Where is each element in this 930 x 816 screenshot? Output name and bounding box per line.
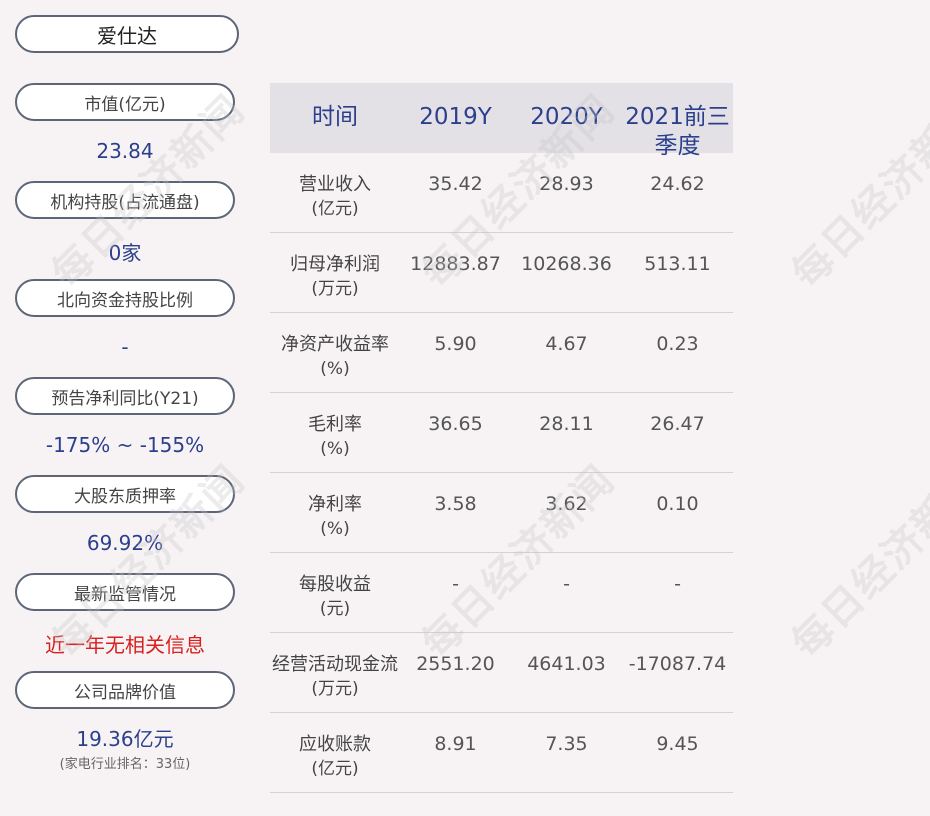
table-cell: - <box>563 573 570 595</box>
table-row: 毛利率 (%) 36.65 28.11 26.47 <box>270 393 733 473</box>
metric-label: 最新监管情况 <box>15 573 235 611</box>
table-cell: 28.93 <box>539 173 594 195</box>
table-cell: 7.35 <box>545 733 588 755</box>
table-cell: 12883.87 <box>410 253 501 275</box>
metric-value: 近一年无相关信息 <box>45 633 205 657</box>
table-cell: 28.11 <box>539 413 594 435</box>
metric-value: 23.84 <box>96 139 154 163</box>
row-label: 归母净利润 (万元) <box>270 233 400 312</box>
table-cell: 10268.36 <box>521 253 612 275</box>
table-cell: 0.10 <box>656 493 699 515</box>
table-cell: 4641.03 <box>527 653 606 675</box>
row-label: 净资产收益率 (%) <box>270 313 400 392</box>
row-label-unit: (%) <box>320 439 350 459</box>
row-label-unit: (万元) <box>311 279 359 299</box>
row-label: 营业收入 (亿元) <box>270 153 400 232</box>
row-label-unit: (万元) <box>311 679 359 699</box>
table-row: 应收账款 (亿元) 8.91 7.35 9.45 <box>270 713 733 793</box>
metric-block: 大股东质押率 69.92% <box>15 475 235 555</box>
header-time: 时间 <box>312 104 358 130</box>
metric-value: 0家 <box>108 241 142 265</box>
row-label-name: 营业收入 <box>299 174 371 195</box>
table-cell: 9.45 <box>656 733 699 755</box>
metric-value: -175% ~ -155% <box>45 433 205 457</box>
table-header: 时间 2019Y 2020Y 2021前三季度 <box>270 83 733 159</box>
table-cell: - <box>452 573 459 595</box>
table-cell: 26.47 <box>650 413 705 435</box>
metric-value: 19.36亿元 <box>76 727 174 751</box>
table-cell: 3.58 <box>434 493 477 515</box>
row-label: 应收账款 (亿元) <box>270 713 400 792</box>
metric-label: 预告净利同比(Y21) <box>15 377 235 415</box>
table-cell: 5.90 <box>434 333 477 355</box>
metric-block: 预告净利同比(Y21) -175% ~ -155% <box>15 377 235 457</box>
row-label: 经营活动现金流 (万元) <box>270 633 400 712</box>
table-cell: 36.65 <box>428 413 483 435</box>
row-label-unit: (%) <box>320 519 350 539</box>
table-cell: -17087.74 <box>628 653 727 675</box>
table-cell: 8.91 <box>434 733 477 755</box>
row-label-unit: (亿元) <box>311 759 359 779</box>
row-label: 每股收益 (元) <box>270 553 400 632</box>
table-row: 每股收益 (元) - - - <box>270 553 733 633</box>
metric-block: 公司品牌价值 19.36亿元 (家电行业排名：33位) <box>15 671 235 772</box>
table-row: 归母净利润 (万元) 12883.87 10268.36 513.11 <box>270 233 733 313</box>
row-label-name: 毛利率 <box>308 414 362 435</box>
metric-label: 大股东质押率 <box>15 475 235 513</box>
metric-block: 最新监管情况近一年无相关信息 <box>15 573 235 658</box>
table-cell: 0.23 <box>656 333 699 355</box>
table-cell: 513.11 <box>644 253 711 275</box>
watermark: 每日经济新闻 <box>783 86 930 298</box>
row-label-unit: (亿元) <box>311 199 359 219</box>
header-2021q3: 2021前三季度 <box>625 104 730 159</box>
metric-value: - <box>121 335 129 359</box>
row-label: 毛利率 (%) <box>270 393 400 472</box>
metric-block: 市值(亿元) 23.84 <box>15 83 235 163</box>
table-cell: 35.42 <box>428 173 483 195</box>
row-label-name: 应收账款 <box>299 734 371 755</box>
header-2019y: 2019Y <box>419 104 492 130</box>
row-label-name: 归母净利润 <box>290 254 380 275</box>
metric-subtext: (家电行业排名：33位) <box>59 757 191 772</box>
metric-block: 机构持股(占流通盘) 0家 <box>15 181 235 266</box>
metric-label: 公司品牌价值 <box>15 671 235 709</box>
company-name: 爱仕达 <box>15 15 239 53</box>
row-label-name: 净利率 <box>308 494 362 515</box>
table-row: 营业收入 (亿元) 35.42 28.93 24.62 <box>270 153 733 233</box>
table-cell: 3.62 <box>545 493 588 515</box>
row-label-unit: (元) <box>319 599 351 619</box>
table-cell: 24.62 <box>650 173 705 195</box>
table-cell: 4.67 <box>545 333 588 355</box>
row-label: 净利率 (%) <box>270 473 400 552</box>
watermark: 每日经济新闻 <box>783 456 930 668</box>
metric-block: 北向资金持股比例 - <box>15 279 235 359</box>
table-row: 净资产收益率 (%) 5.90 4.67 0.23 <box>270 313 733 393</box>
row-label-name: 每股收益 <box>299 574 371 595</box>
header-2020y: 2020Y <box>530 104 603 130</box>
row-label-unit: (%) <box>320 359 350 379</box>
financial-table: 时间 2019Y 2020Y 2021前三季度 营业收入 (亿元) 35.42 28.… <box>270 83 733 793</box>
metric-value: 69.92% <box>86 531 164 555</box>
metric-label: 市值(亿元) <box>15 83 235 121</box>
metric-label: 北向资金持股比例 <box>15 279 235 317</box>
table-cell: - <box>674 573 681 595</box>
table-row: 净利率 (%) 3.58 3.62 0.10 <box>270 473 733 553</box>
table-body: 营业收入 (亿元) 35.42 28.93 24.62 归母净利润 (万元) 12883.87… <box>270 153 733 793</box>
row-label-name: 经营活动现金流 <box>272 654 398 675</box>
row-label-name: 净资产收益率 <box>281 334 389 355</box>
metric-label: 机构持股(占流通盘) <box>15 181 235 219</box>
table-row: 经营活动现金流 (万元) 2551.20 4641.03 -17087.74 <box>270 633 733 713</box>
table-cell: 2551.20 <box>416 653 495 675</box>
